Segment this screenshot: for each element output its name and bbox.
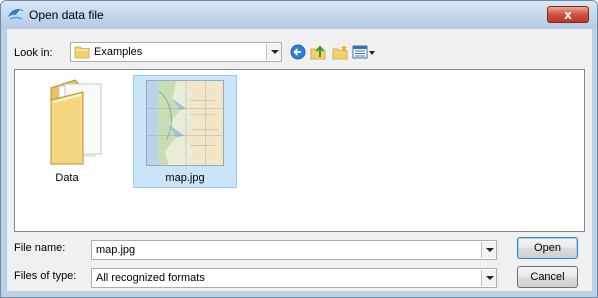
files-of-type-select[interactable]: All recognized formats xyxy=(91,268,497,288)
file-item-data[interactable]: Data xyxy=(45,78,125,188)
files-of-type-dropdown-button[interactable] xyxy=(481,270,496,286)
file-item-label: Data xyxy=(55,172,79,184)
look-in-combo[interactable]: Examples xyxy=(70,42,282,62)
file-list[interactable]: Data map.jpg xyxy=(14,69,585,232)
app-dolphin-icon xyxy=(8,9,24,20)
file-name-input[interactable]: map.jpg xyxy=(91,240,497,260)
back-icon[interactable] xyxy=(290,44,306,60)
map-thumbnail-image xyxy=(146,80,224,166)
files-of-type-label: Files of type: xyxy=(14,270,77,282)
file-item-map-jpg[interactable]: map.jpg xyxy=(133,75,237,188)
open-data-file-dialog: Open data file x Look in: Examples Data … xyxy=(0,0,598,298)
file-item-label: map.jpg xyxy=(165,172,205,184)
look-in-dropdown-button[interactable] xyxy=(266,44,281,60)
file-name-label: File name: xyxy=(14,242,66,254)
file-name-dropdown-button[interactable] xyxy=(481,242,496,258)
file-name-value: map.jpg xyxy=(96,244,136,256)
close-icon: x xyxy=(564,8,572,22)
look-in-label: Look in: xyxy=(14,47,53,59)
files-of-type-value: All recognized formats xyxy=(96,272,205,284)
new-folder-icon[interactable] xyxy=(332,44,348,60)
chevron-down-icon xyxy=(271,50,279,54)
up-folder-icon[interactable] xyxy=(310,44,326,60)
chevron-down-icon xyxy=(486,248,494,252)
close-button[interactable]: x xyxy=(547,6,589,23)
view-menu-icon[interactable] xyxy=(352,44,376,60)
title-bar[interactable]: Open data file x xyxy=(1,1,597,29)
window-title: Open data file xyxy=(29,8,104,22)
folder-large-icon xyxy=(50,79,102,165)
open-button[interactable]: Open xyxy=(517,237,578,259)
look-in-value: Examples xyxy=(94,46,143,58)
chevron-down-icon xyxy=(486,276,494,280)
folder-icon xyxy=(74,46,90,59)
dialog-body: Look in: Examples Data map.jpg File name… xyxy=(7,29,592,291)
cancel-button[interactable]: Cancel xyxy=(517,266,578,288)
